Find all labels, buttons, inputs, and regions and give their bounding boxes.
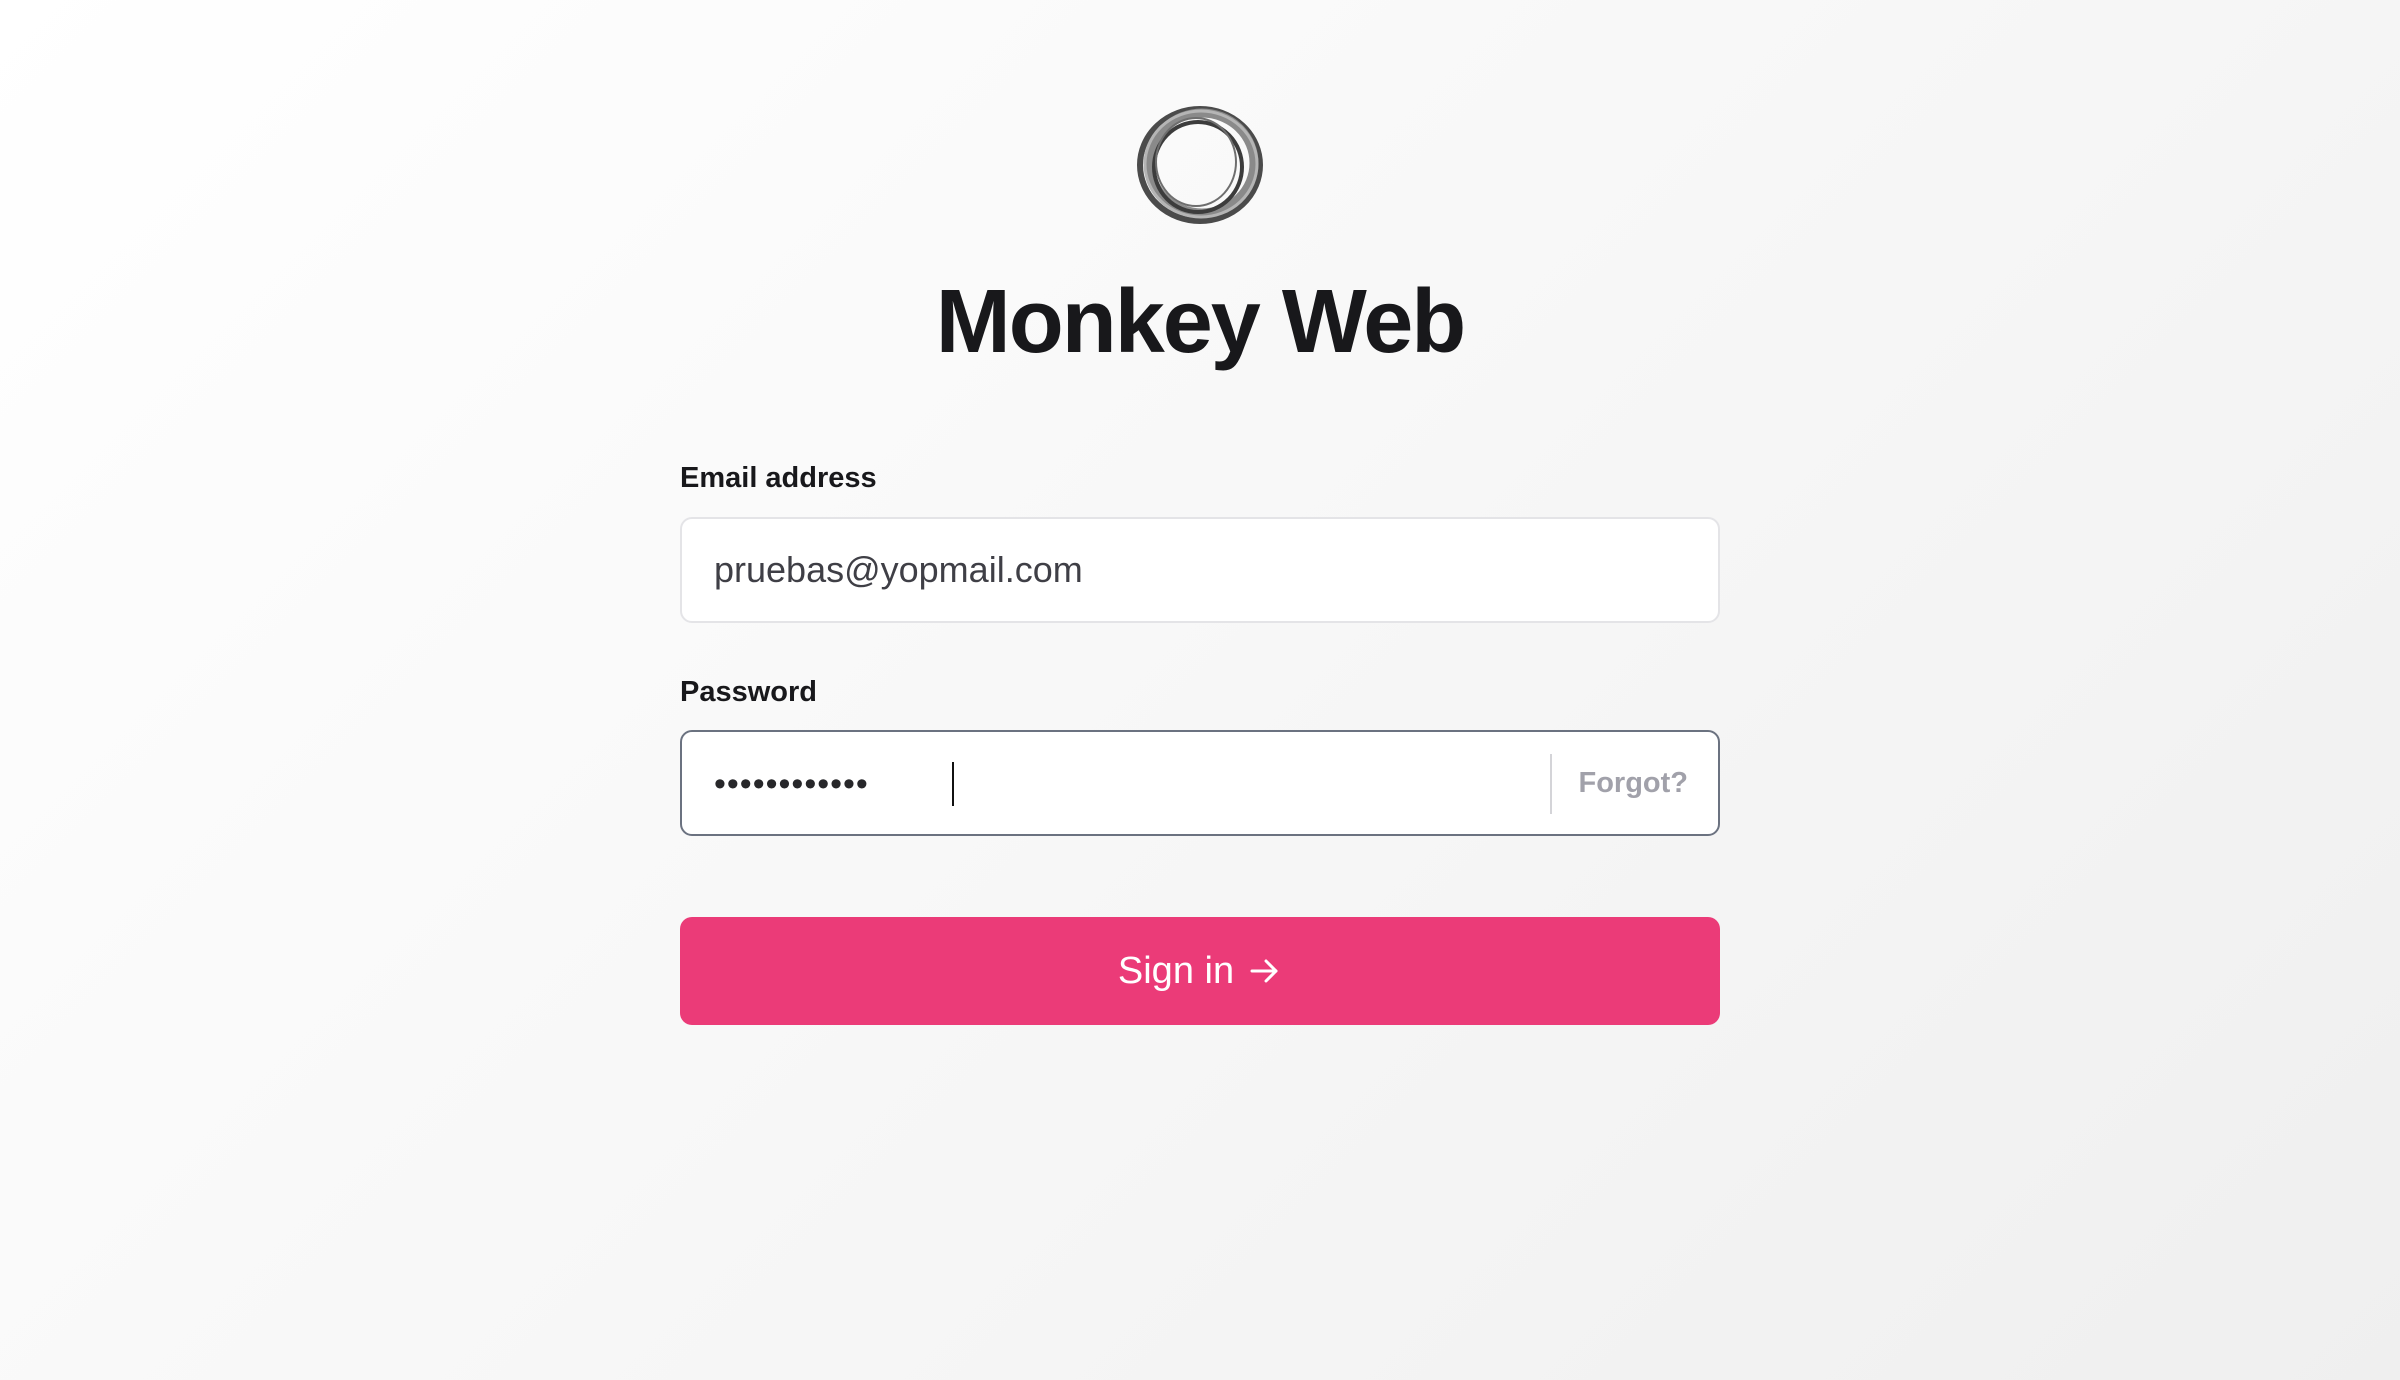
password-field-divider	[1550, 754, 1552, 814]
password-field[interactable]: •••••••••••• Forgot?	[680, 730, 1720, 836]
password-label: Password	[680, 676, 817, 708]
password-value[interactable]: ••••••••••••	[714, 732, 869, 834]
email-label: Email address	[680, 462, 877, 494]
sign-in-label: Sign in	[1117, 949, 1235, 992]
logo	[1130, 100, 1270, 230]
email-field[interactable]: pruebas@yopmail.com	[680, 517, 1720, 623]
arrow-right-icon	[1250, 959, 1278, 983]
ring-logo-icon	[1137, 106, 1263, 224]
forgot-password-link[interactable]: Forgot?	[1578, 732, 1688, 834]
email-value[interactable]: pruebas@yopmail.com	[714, 519, 1083, 621]
text-caret	[952, 762, 954, 806]
sign-in-button[interactable]: Sign in	[680, 917, 1720, 1025]
app-title: Monkey Web	[935, 272, 1466, 372]
